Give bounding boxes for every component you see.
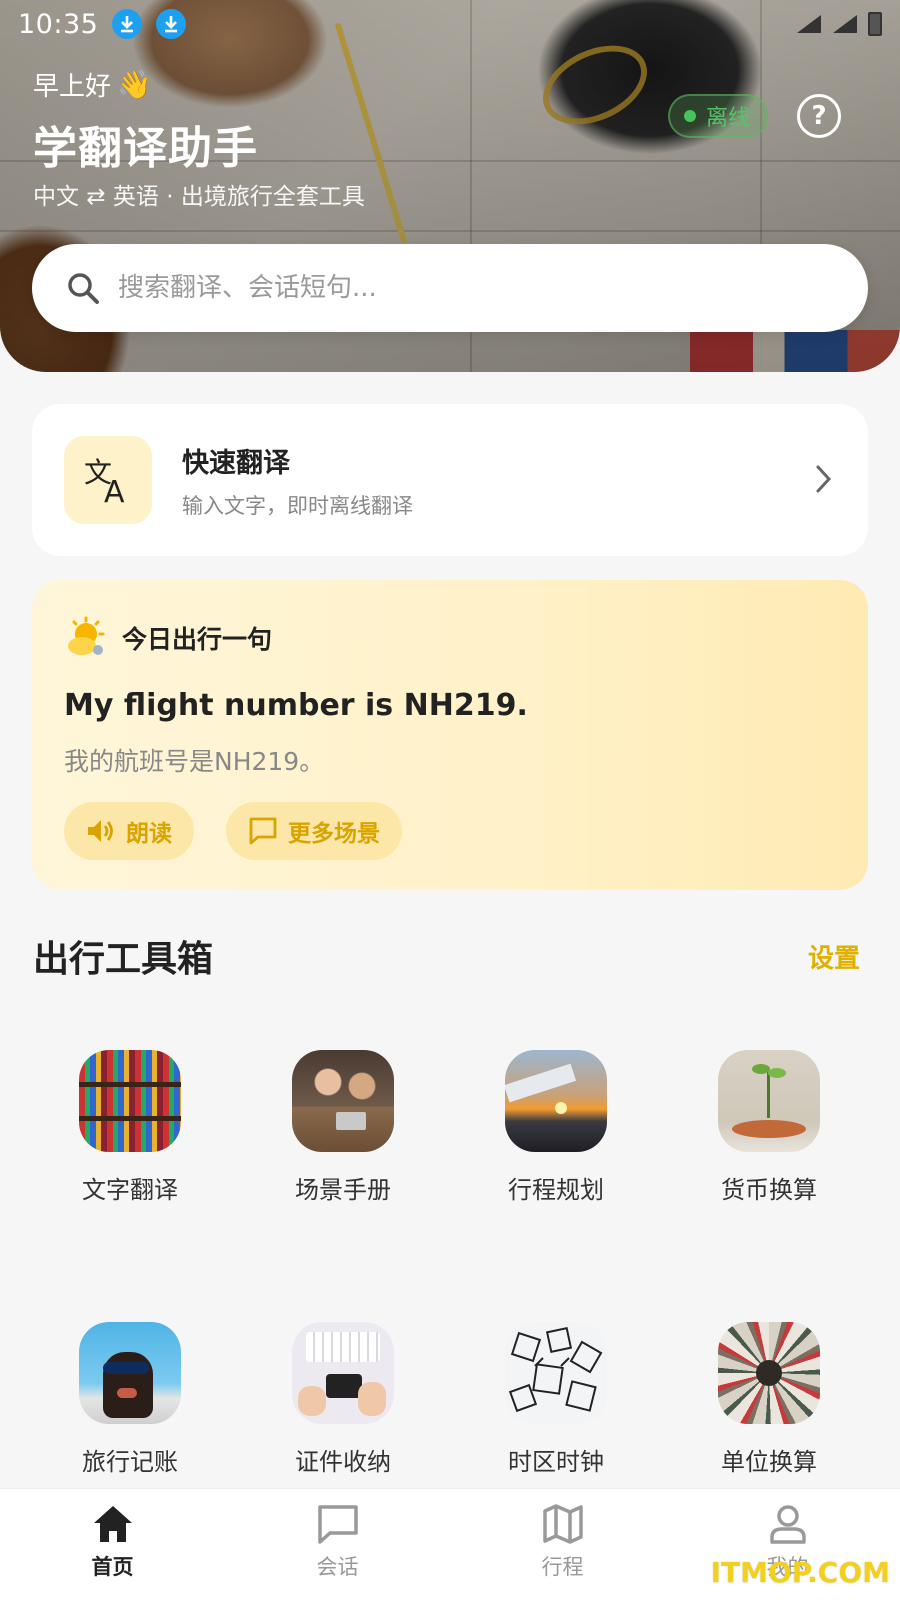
search-input[interactable] — [118, 273, 798, 303]
quick-translate-description: 输入文字，即时离线翻译 — [182, 493, 413, 518]
tool-text-translate[interactable]: 文字翻译 — [50, 1050, 210, 1205]
read-aloud-button[interactable]: 朗读 — [64, 802, 194, 860]
keyboard-phone-photo — [292, 1322, 394, 1424]
chevron-right-icon — [816, 465, 832, 493]
translate-icon: 文 A — [64, 436, 152, 524]
tool-label: 单位换算 — [721, 1448, 817, 1476]
nav-label: 首页 — [91, 1555, 134, 1579]
nav-home[interactable]: 首页 — [0, 1489, 225, 1600]
greeting: 早上好 👋 — [33, 66, 152, 103]
profile-icon — [769, 1505, 806, 1544]
waving-hand-icon: 👋 — [117, 68, 152, 101]
quick-translate-title: 快速翻译 — [182, 447, 290, 479]
nav-label: 会话 — [316, 1555, 359, 1579]
tool-label: 时区时钟 — [508, 1448, 604, 1476]
status-dot-icon — [684, 110, 696, 122]
quick-translate-card[interactable]: 文 A 快速翻译 输入文字，即时离线翻译 — [32, 404, 868, 556]
help-button[interactable]: ? — [797, 94, 841, 138]
speaker-icon — [88, 820, 113, 842]
app-title: 学翻译助手 — [33, 123, 258, 174]
tool-itinerary[interactable]: 行程规划 — [476, 1050, 636, 1205]
signal-icon — [833, 15, 857, 33]
tool-label: 旅行记账 — [82, 1448, 178, 1476]
download-icon — [112, 9, 143, 39]
more-scenes-button[interactable]: 更多场景 — [226, 802, 402, 860]
status-time: 10:35 — [18, 8, 99, 40]
map-icon — [542, 1504, 583, 1544]
status-bar: 10:35 — [0, 0, 900, 48]
watermark: ITMOP.COM — [710, 1556, 890, 1589]
search-bar[interactable] — [32, 244, 868, 332]
tool-label: 货币换算 — [721, 1176, 817, 1204]
chat-icon — [317, 1505, 358, 1544]
tool-expense[interactable]: 旅行记账 — [50, 1322, 210, 1477]
tool-label: 文字翻译 — [82, 1176, 178, 1204]
wifi-icon — [797, 15, 821, 33]
nav-conversation[interactable]: 会话 — [225, 1489, 450, 1600]
offline-badge-label: 离线 — [706, 106, 751, 131]
people-meeting-photo — [292, 1050, 394, 1152]
tool-label: 场景手册 — [295, 1176, 391, 1204]
paper-spiral-photo — [718, 1322, 820, 1424]
tool-scene-handbook[interactable]: 场景手册 — [263, 1050, 423, 1205]
nav-label: 行程 — [541, 1555, 584, 1579]
sun-cloud-icon — [68, 616, 105, 655]
phrase-english: My flight number is NH219. — [64, 688, 528, 723]
phrase-of-day-card: 今日出行一句 My flight number is NH219. 我的航班号是… — [32, 580, 868, 890]
phrase-heading: 今日出行一句 — [122, 625, 273, 654]
search-icon — [68, 273, 99, 304]
tool-label: 证件收纳 — [295, 1448, 391, 1476]
nav-itinerary[interactable]: 行程 — [450, 1489, 675, 1600]
airplane-sunset-photo — [505, 1050, 607, 1152]
tool-documents[interactable]: 证件收纳 — [263, 1322, 423, 1477]
coins-plant-photo — [718, 1050, 820, 1152]
greeting-text: 早上好 — [33, 72, 112, 102]
tool-label: 行程规划 — [508, 1176, 604, 1204]
read-aloud-label: 朗读 — [126, 821, 172, 847]
toolbox-title: 出行工具箱 — [33, 939, 214, 980]
wire-cubes-photo — [505, 1322, 607, 1424]
dog-sunglasses-photo — [79, 1322, 181, 1424]
more-scenes-label: 更多场景 — [288, 821, 380, 847]
tool-unit-convert[interactable]: 单位换算 — [689, 1322, 849, 1477]
svg-text:A: A — [104, 475, 125, 508]
tool-currency[interactable]: 货币换算 — [689, 1050, 849, 1205]
home-icon — [93, 1506, 132, 1542]
battery-icon — [868, 12, 882, 36]
toolbox-settings-link[interactable]: 设置 — [808, 938, 860, 975]
phrase-chinese: 我的航班号是NH219。 — [64, 747, 325, 776]
tool-timezone[interactable]: 时区时钟 — [476, 1322, 636, 1477]
download-icon — [156, 9, 187, 39]
offline-status-badge[interactable]: 离线 — [668, 94, 769, 138]
question-mark-icon: ? — [811, 101, 827, 131]
app-subtitle: 中文 ⇄ 英语 · 出境旅行全套工具 — [33, 184, 365, 210]
bookshelf-photo — [79, 1050, 181, 1152]
chat-bubble-icon — [249, 817, 277, 845]
